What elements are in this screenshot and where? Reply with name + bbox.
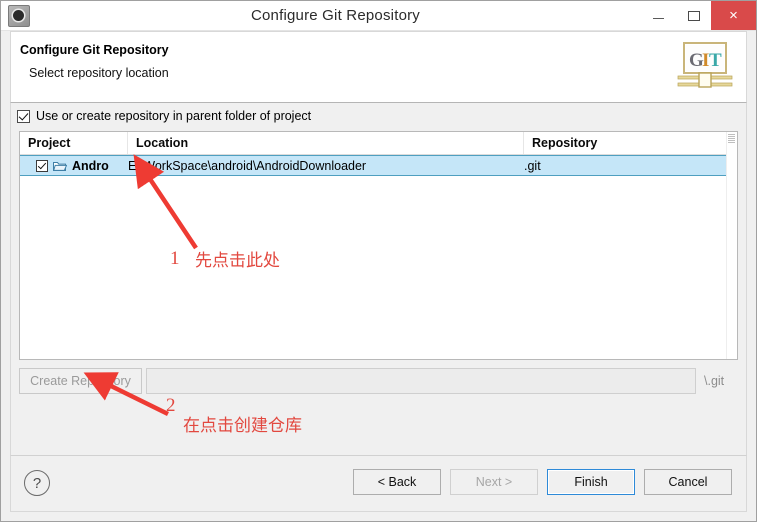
window-controls: × [641, 1, 756, 30]
wizard-header: Configure Git Repository Select reposito… [10, 31, 747, 103]
minimize-button[interactable] [641, 1, 676, 30]
configure-git-repository-dialog: Configure Git Repository × Configure Git… [0, 0, 757, 522]
git-logo-icon: G I T [677, 42, 733, 88]
cell-location[interactable]: E:\WorkSpace\android\AndroidDownloader [128, 159, 524, 173]
use-parent-folder-row[interactable]: Use or create repository in parent folde… [17, 109, 311, 123]
next-button: Next > [450, 469, 538, 495]
title-bar: Configure Git Repository × [1, 1, 756, 31]
window-title: Configure Git Repository [250, 7, 421, 24]
table-vertical-scrollbar[interactable] [726, 132, 737, 359]
close-button[interactable]: × [711, 1, 756, 30]
footer-button-group: < Back Next > Finish Cancel [353, 469, 732, 495]
cell-repository[interactable]: .git [524, 159, 737, 173]
wizard-footer: ? < Back Next > Finish Cancel [10, 455, 747, 512]
row-checkbox[interactable] [36, 159, 48, 172]
use-parent-folder-checkbox[interactable] [17, 109, 30, 123]
maximize-icon [687, 10, 700, 21]
minimize-icon [653, 18, 664, 19]
close-icon: × [729, 7, 738, 24]
scrollbar-grip [728, 134, 735, 143]
location-path: E:\WorkSpace\android\AndroidDownloader [128, 158, 367, 173]
maximize-button[interactable] [676, 1, 711, 30]
eclipse-gear-icon [8, 5, 30, 27]
svg-text:T: T [709, 50, 722, 71]
repository-name: .git [524, 158, 541, 173]
page-subtitle: Select repository location [29, 66, 169, 80]
page-title: Configure Git Repository [20, 43, 169, 57]
projects-table[interactable]: Project Location Repository Andro E:\Wor… [19, 131, 738, 360]
wizard-body: Use or create repository in parent folde… [10, 103, 747, 455]
help-button[interactable]: ? [24, 470, 50, 496]
back-button[interactable]: < Back [353, 469, 441, 495]
open-folder-icon [53, 161, 67, 171]
column-header-location[interactable]: Location [128, 132, 524, 154]
project-name: Andro [72, 158, 109, 173]
cancel-button[interactable]: Cancel [644, 469, 732, 495]
create-repository-button[interactable]: Create Repository [19, 368, 142, 394]
git-suffix-label: \.git [704, 374, 725, 388]
table-row[interactable]: Andro E:\WorkSpace\android\AndroidDownlo… [20, 155, 737, 176]
column-header-project[interactable]: Project [20, 132, 128, 154]
finish-button[interactable]: Finish [547, 469, 635, 495]
table-header-row: Project Location Repository [20, 132, 737, 155]
use-parent-folder-label: Use or create repository in parent folde… [36, 109, 312, 123]
create-repository-row: Create Repository \.git [19, 368, 738, 394]
screenshot-root: Configure Git Repository × Configure Git… [0, 0, 757, 522]
repository-path-input[interactable] [146, 368, 696, 394]
column-header-repository[interactable]: Repository [524, 132, 737, 154]
cell-project[interactable]: Andro [20, 159, 128, 173]
